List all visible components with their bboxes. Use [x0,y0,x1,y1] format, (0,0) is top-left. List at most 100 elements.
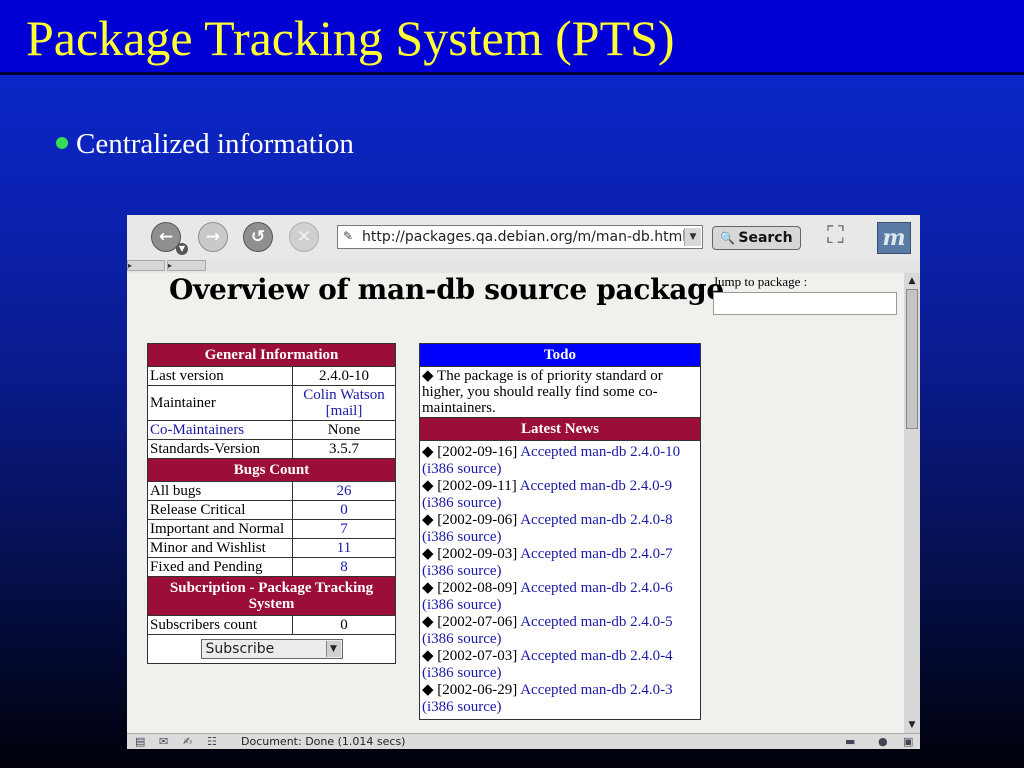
list-item: ◆ [2002-08-09] Accepted man-db 2.4.0-6 (i… [422,580,698,614]
slide-title-bar: Package Tracking System (PTS) [0,0,1024,75]
browser-logo-icon: m [877,222,911,254]
search-button[interactable]: 🔍 Search [712,226,801,250]
bullet-icon: ◆ [422,682,434,698]
news-link[interactable]: Accepted man-db 2.4.0-10 [520,444,680,460]
bug-count-link[interactable]: 0 [340,502,348,518]
todo-header: Todo [419,343,701,367]
bug-count-link[interactable]: 7 [340,521,348,537]
collapse-personalbar-grip[interactable]: ▸ [167,260,206,271]
vertical-scrollbar[interactable]: ▲ ▼ [904,273,920,733]
news-source-link[interactable]: (i386 source) [422,631,502,647]
row-value: 0 [292,615,396,635]
news-link[interactable]: Accepted man-db 2.4.0-6 [520,580,672,596]
scroll-down-icon[interactable]: ▼ [906,719,918,731]
collapse-navbar-grip[interactable]: ▸ [127,260,165,271]
reload-icon[interactable]: ↺ [243,222,273,252]
row-value: 2.4.0-10 [292,366,396,386]
news-source-link[interactable]: (i386 source) [422,529,502,545]
stop-icon[interactable]: ✕ [289,222,319,252]
todo-text: The package is of priority standard or h… [422,368,663,416]
news-link[interactable]: Accepted man-db 2.4.0-4 [520,648,672,664]
search-button-label: Search [738,230,793,246]
news-date: [2002-09-16] [437,444,518,460]
news-date: [2002-09-03] [437,546,518,562]
bug-count-link[interactable]: 26 [337,483,352,499]
scroll-up-icon[interactable]: ▲ [906,275,918,287]
news-source-link[interactable]: (i386 source) [422,461,502,477]
chevron-down-icon: ▼ [325,641,341,657]
composer-icon[interactable]: ✍ [183,735,192,748]
bug-count-cell: 8 [292,557,396,577]
table-row: Release Critical 0 [147,500,396,520]
url-history-dropdown-icon[interactable]: ▼ [684,228,701,246]
status-text: Document: Done (1.014 secs) [241,735,406,748]
todo-news-table: Todo ◆ The package is of priority standa… [419,343,701,720]
bullet-icon: ◆ [422,444,434,460]
bullet-icon: ◆ [422,614,434,630]
news-date: [2002-09-11] [437,478,517,494]
bug-count-cell: 7 [292,519,396,539]
row-label: Fixed and Pending [147,557,293,577]
table-row: Subscribers count 0 [147,615,396,635]
co-maintainers-link[interactable]: Co-Maintainers [150,422,244,438]
cookie-icon[interactable]: ● [878,735,888,748]
table-row: Standards-Version 3.5.7 [147,439,396,459]
back-history-dropdown-icon[interactable]: ▼ [176,243,188,255]
bullet-point: Centralized information [56,128,354,161]
news-link[interactable]: Accepted man-db 2.4.0-7 [520,546,672,562]
subscription-header: Subcription - Package Tracking System [147,576,396,616]
maintainer-link[interactable]: Colin Watson [303,387,384,403]
mail-icon[interactable]: ✉ [159,735,168,748]
toolbar-collapse-bar: ▸ ▸ [127,259,920,273]
address-book-icon[interactable]: ☷ [207,735,217,748]
news-link[interactable]: Accepted man-db 2.4.0-3 [520,682,672,698]
scroll-thumb[interactable] [906,289,918,429]
news-source-link[interactable]: (i386 source) [422,665,502,681]
slide-title: Package Tracking System (PTS) [26,10,675,66]
news-source-link[interactable]: (i386 source) [422,495,502,511]
page-content: Overview of man-db source package Jump t… [127,273,904,733]
news-source-link[interactable]: (i386 source) [422,699,502,715]
table-row: Subscribe ▼ [147,634,396,664]
bug-count-cell: 0 [292,500,396,520]
security-lock-icon[interactable]: ▣ [903,735,913,748]
maintainer-cell: Colin Watson [mail] [292,385,396,421]
news-date: [2002-06-29] [437,682,518,698]
news-link[interactable]: Accepted man-db 2.4.0-5 [520,614,672,630]
news-link[interactable]: Accepted man-db 2.4.0-9 [520,478,672,494]
row-label: Subscribers count [147,615,293,635]
row-value: None [292,420,396,440]
url-bar[interactable]: ✎ http://packages.qa.debian.org/m/man-db… [337,225,703,249]
news-source-link[interactable]: (i386 source) [422,563,502,579]
maintainer-mail-link[interactable]: [mail] [326,403,363,419]
url-input[interactable]: http://packages.qa.debian.org/m/man-db.h… [362,229,684,245]
news-source-link[interactable]: (i386 source) [422,597,502,613]
bullet-icon: ◆ [422,512,434,528]
news-date: [2002-07-03] [437,648,518,664]
jump-to-package-label: Jump to package : [713,274,808,289]
list-item: ◆ [2002-09-03] Accepted man-db 2.4.0-7 (i… [422,546,698,580]
bug-count-cell: 26 [292,481,396,501]
subscribe-select[interactable]: Subscribe ▼ [200,639,343,659]
table-row: Co-Maintainers None [147,420,396,440]
forward-arrow-icon[interactable]: → [198,222,228,252]
bug-count-link[interactable]: 8 [340,559,348,575]
jump-to-package-input[interactable] [713,292,897,315]
browser-toolbar: ← ▼ → ↺ ✕ ✎ http://packages.qa.debian.or… [127,215,920,259]
bullet-dot-icon [56,137,68,150]
bugs-count-header: Bugs Count [147,458,396,482]
table-row: Minor and Wishlist 11 [147,538,396,558]
news-date: [2002-09-06] [437,512,518,528]
list-item: ◆ [2002-09-06] Accepted man-db 2.4.0-8 (i… [422,512,698,546]
navigator-icon[interactable]: ▤ [135,735,145,748]
news-link[interactable]: Accepted man-db 2.4.0-8 [520,512,672,528]
personal-toolbar-hat-icon[interactable]: ⛶ [827,221,844,249]
row-label: Standards-Version [147,439,293,459]
table-row: Important and Normal 7 [147,519,396,539]
news-date: [2002-08-09] [437,580,518,596]
bug-count-link[interactable]: 11 [337,540,351,556]
online-status-icon[interactable]: ▬ [845,735,855,748]
bullet-icon: ◆ [422,546,434,562]
co-maintainers-link-cell: Co-Maintainers [147,420,293,440]
row-label: Last version [147,366,293,386]
